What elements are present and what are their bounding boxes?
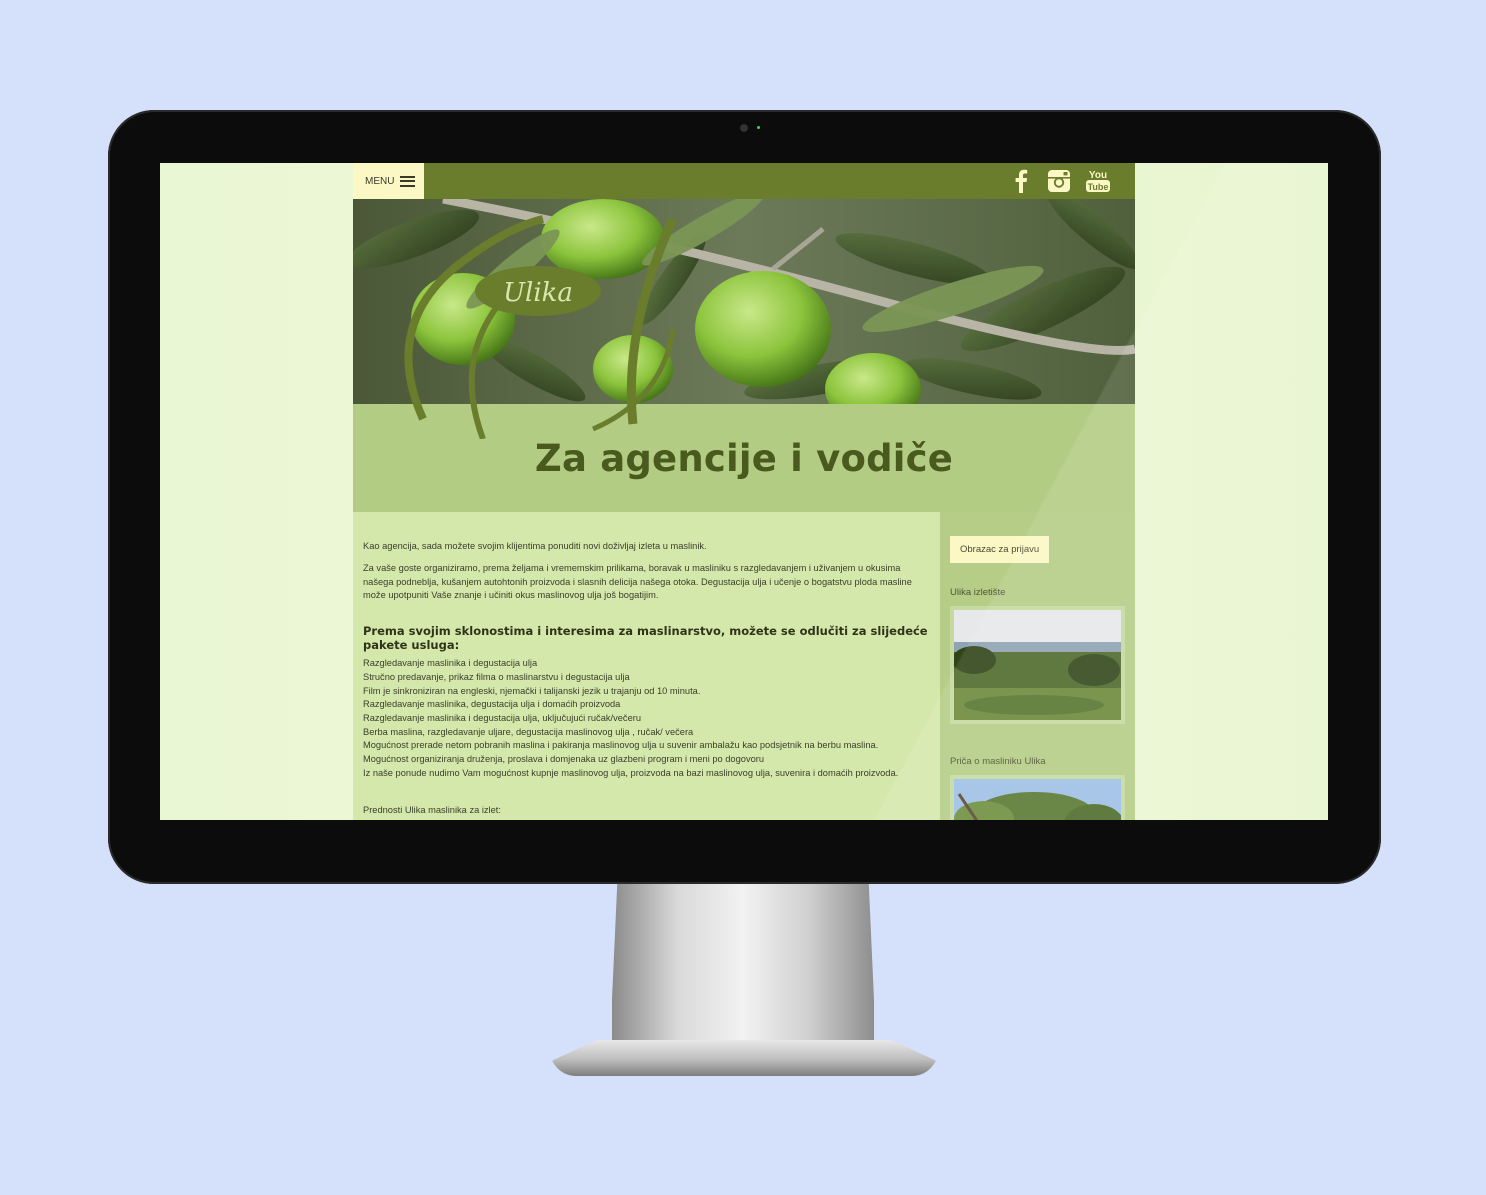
main-content: Kao agencija, sada možete svojim klijent…	[353, 512, 940, 820]
list-item: Mogućnost organiziranja druženja, prosla…	[363, 754, 765, 765]
title-band: Za agencije i vodiče	[353, 404, 1135, 512]
list-item: Iz naše ponude nudimo Vam mogućnost kupn…	[363, 767, 899, 778]
screen: MENU You Tube Za agencije i vodiče Ulika…	[160, 163, 1328, 820]
top-nav-bar: MENU You Tube	[353, 163, 1135, 199]
youtube-you-text: You	[1089, 170, 1107, 181]
services-list: Razgledavanje maslinika i degustacija ul…	[363, 657, 929, 780]
list-item: Mogućnost prerade netom pobranih maslina…	[363, 740, 879, 751]
instagram-icon[interactable]	[1047, 169, 1071, 193]
hamburger-icon	[400, 175, 416, 187]
list-item: Stručno predavanje, prikaz filma o masli…	[363, 671, 630, 682]
youtube-icon[interactable]: You Tube	[1085, 168, 1111, 194]
hero-image	[353, 199, 1135, 404]
apply-form-button[interactable]: Obrazac za prijavu	[950, 536, 1050, 563]
camera-led	[757, 126, 760, 129]
monitor-stand	[612, 884, 874, 1054]
list-item: Berba maslina, razgledavanje uljare, deg…	[363, 726, 694, 737]
youtube-tube-text: Tube	[1088, 182, 1109, 192]
services-heading: Prema svojim sklonostima i interesima za…	[363, 624, 928, 652]
description-paragraph: Za vaše goste organiziramo, prema željam…	[363, 562, 912, 601]
advantages-heading: Prednosti Ulika maslinika za izlet:	[363, 804, 501, 815]
monitor-stand-base	[550, 1040, 938, 1076]
menu-label: MENU	[365, 175, 395, 187]
list-item: Razgledavanje maslinika, degustacija ulj…	[363, 699, 621, 710]
intro-paragraph: Kao agencija, sada možete svojim klijent…	[363, 541, 707, 551]
facebook-icon[interactable]	[1011, 169, 1031, 193]
gallery-label-prica[interactable]: Priča o masliniku Ulika	[950, 756, 1135, 767]
page-title: Za agencije i vodiče	[534, 436, 954, 480]
camera-icon	[740, 124, 748, 132]
sidebar: Obrazac za prijavu Ulika izletište Priča…	[940, 512, 1135, 820]
izletiste-thumbnail[interactable]	[950, 606, 1125, 724]
web-page: MENU You Tube Za agencije i vodiče Ulika…	[353, 163, 1135, 820]
menu-button[interactable]: MENU	[353, 163, 424, 199]
gallery-label-izletiste[interactable]: Ulika izletište	[950, 587, 1135, 598]
list-item: Film je sinkroniziran na engleski, njema…	[363, 685, 701, 696]
list-item: Razgledavanje maslinika i degustacija ul…	[363, 658, 538, 669]
prica-thumbnail[interactable]	[950, 775, 1125, 820]
list-item: Razgledavanje maslinika i degustacija ul…	[363, 713, 642, 723]
